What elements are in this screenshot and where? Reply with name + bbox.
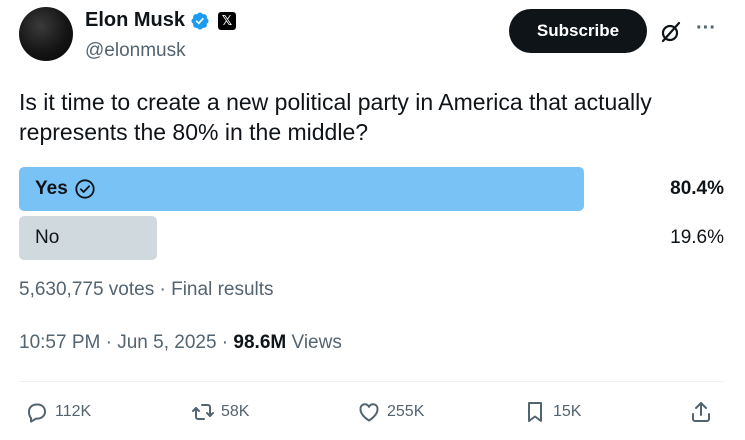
author-display-name[interactable]: Elon Musk [85, 9, 185, 32]
affiliate-x-badge-icon[interactable]: 𝕏 [218, 11, 237, 30]
poll-option-label-yes: Yes [35, 167, 96, 211]
views-label: Views [286, 332, 342, 353]
more-options-icon[interactable]: ··· [696, 17, 716, 40]
bookmark-button[interactable]: 15K [523, 395, 581, 429]
bookmark-count: 15K [553, 403, 582, 420]
tweet-text: Is it time to create a new political par… [19, 89, 652, 145]
poll-option-text: No [35, 227, 60, 248]
repost-icon [192, 404, 214, 420]
views-count[interactable]: 98.6M [233, 332, 286, 353]
poll-percent-yes: 80.4% [670, 178, 724, 199]
like-button[interactable]: 255K [357, 395, 424, 429]
subscribe-button[interactable]: Subscribe [509, 9, 647, 53]
poll-bar-yes [19, 167, 584, 211]
reply-button[interactable]: 112K [25, 395, 91, 429]
poll-meta: 5,630,775 votes · Final results [19, 279, 274, 300]
tweet-timestamp[interactable]: 10:57 PM · Jun 5, 2025 · [19, 332, 233, 353]
share-icon [692, 402, 710, 422]
grok-icon[interactable] [659, 20, 683, 44]
timestamp-row: 10:57 PM · Jun 5, 2025 · 98.6M Views [19, 332, 342, 354]
poll-option-text: Yes [35, 178, 68, 199]
author-name-row: Elon Musk 𝕏 [85, 9, 237, 32]
divider [19, 381, 724, 382]
avatar[interactable] [19, 7, 73, 61]
bookmark-icon [528, 402, 542, 422]
repost-button[interactable]: 58K [191, 395, 249, 429]
repost-count: 58K [221, 403, 250, 420]
poll-percent-no: 19.6% [670, 227, 724, 248]
reply-icon [28, 403, 46, 423]
heart-icon [359, 403, 379, 422]
verified-badge-icon[interactable] [190, 11, 210, 31]
like-count: 255K [387, 403, 425, 420]
share-button[interactable] [689, 395, 713, 429]
check-circle-icon [75, 179, 95, 199]
reply-count: 112K [55, 403, 92, 420]
author-handle[interactable]: @elonmusk [85, 40, 186, 62]
poll-option-yes: Yes 80.4% [19, 167, 724, 211]
poll-option-no: No 19.6% [19, 216, 724, 260]
poll-option-label-no: No [35, 216, 59, 260]
action-bar: 112K 58K 255K 15K [0, 395, 745, 429]
